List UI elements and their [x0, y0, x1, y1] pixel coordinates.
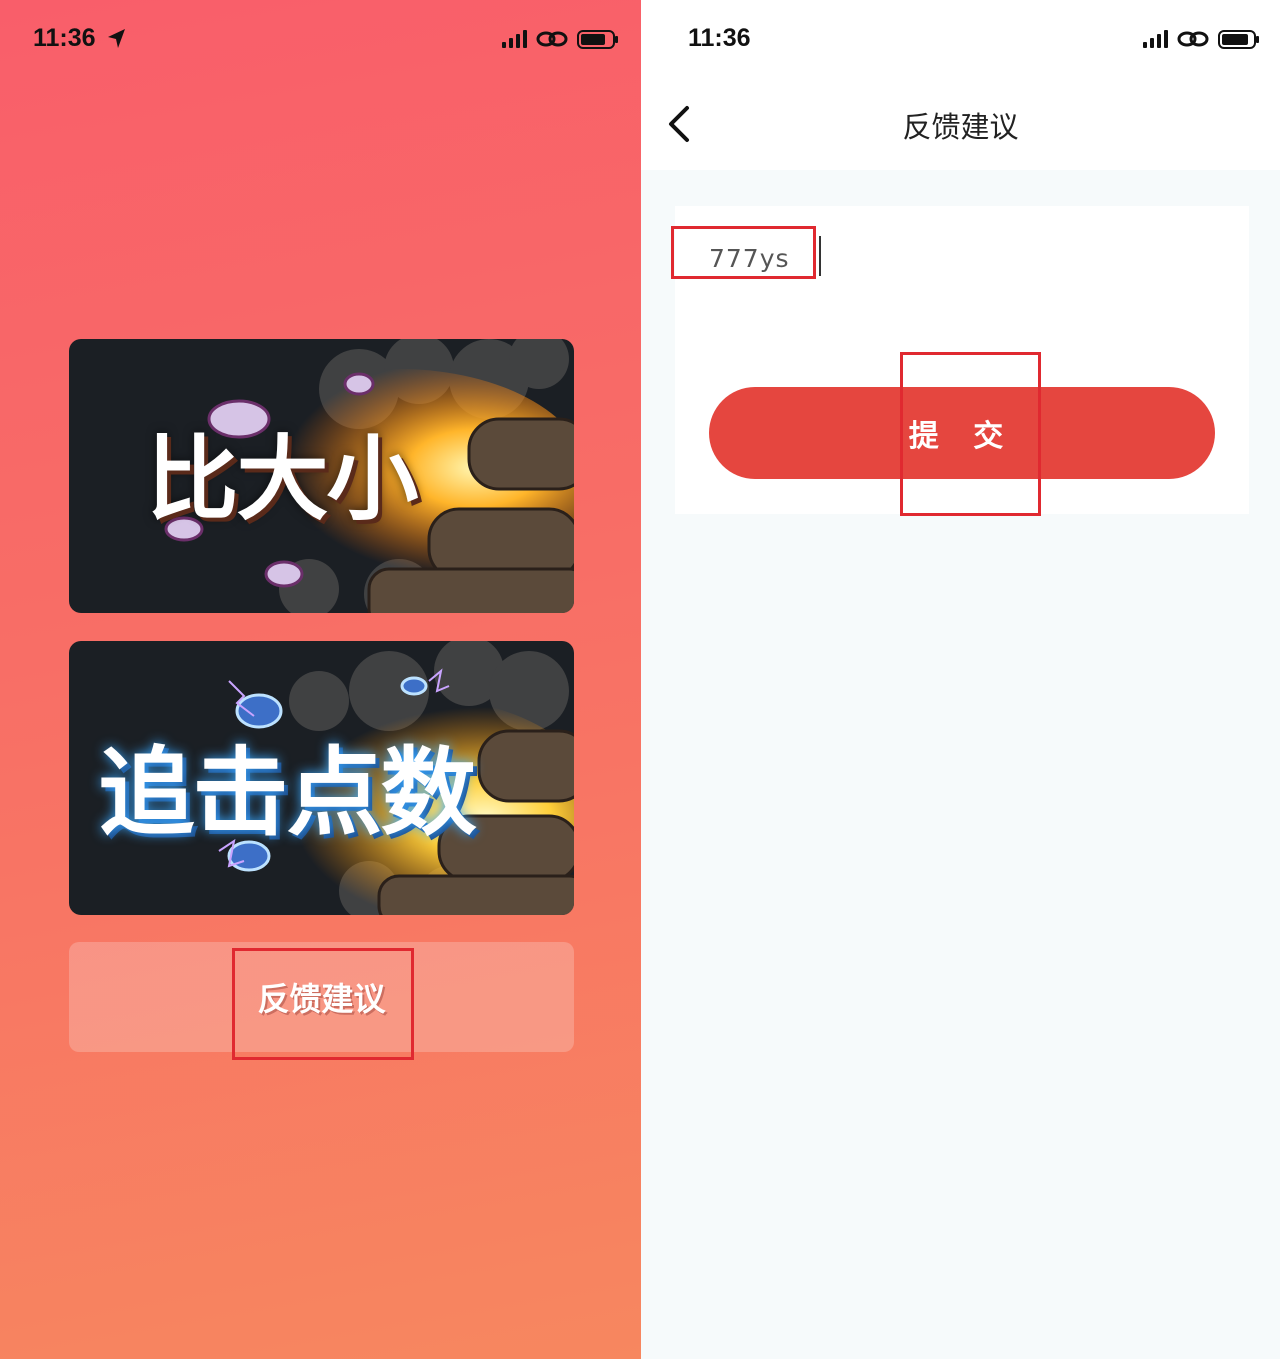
hotspot-link-icon — [1177, 31, 1209, 47]
game-menu-screen: 11:36 比大小 追击点数 反馈建议 — [0, 0, 641, 1359]
status-bar: 11:36 — [641, 0, 1280, 80]
game-card-compare-size[interactable]: 比大小 — [69, 339, 574, 613]
text-caret — [819, 236, 821, 276]
location-arrow-icon — [108, 29, 125, 48]
signal-icon — [1143, 30, 1168, 48]
game-card-chase-points[interactable]: 追击点数 — [69, 641, 574, 915]
status-icons — [502, 30, 618, 49]
battery-icon — [577, 30, 618, 49]
card-title: 追击点数 — [98, 737, 477, 849]
page-title: 反馈建议 — [902, 110, 1019, 144]
highlight-box — [232, 948, 414, 1060]
feedback-screen: 11:36 反馈建议 777ys 提 交 — [641, 0, 1280, 1359]
highlight-box — [900, 352, 1041, 516]
status-icons — [1143, 30, 1259, 49]
card-title: 比大小 — [146, 426, 418, 533]
signal-icon — [502, 30, 527, 48]
battery-icon — [1218, 30, 1259, 49]
status-time: 11:36 — [688, 24, 751, 52]
status-bar: 11:36 — [0, 0, 641, 80]
status-time: 11:36 — [33, 24, 96, 52]
hotspot-link-icon — [536, 31, 568, 47]
highlight-box — [671, 226, 816, 279]
nav-header: 11:36 反馈建议 — [641, 0, 1280, 170]
